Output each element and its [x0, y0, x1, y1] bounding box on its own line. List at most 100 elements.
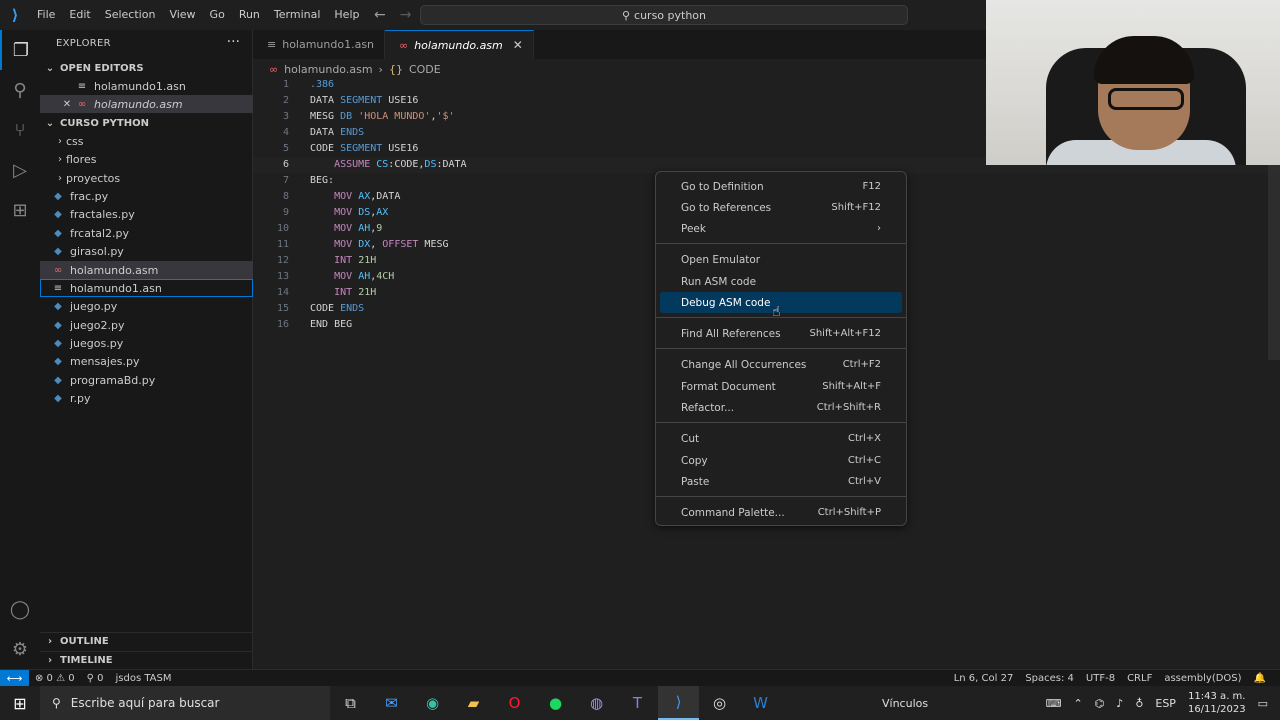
menu-open-emulator[interactable]: Open Emulator — [660, 249, 902, 270]
clock[interactable]: 11:43 a. m. 16/11/2023 — [1188, 690, 1246, 716]
close-icon[interactable]: ✕ — [60, 99, 74, 110]
file-item[interactable]: ◆ r.py — [40, 389, 253, 407]
more-actions-icon[interactable]: ··· — [227, 34, 240, 50]
file-item[interactable]: ◆ juegos.py — [40, 334, 253, 352]
language-icon[interactable]: ESP — [1155, 697, 1176, 710]
taskbar-search[interactable]: ⚲ Escribe aquí para buscar — [40, 686, 330, 720]
indentation[interactable]: Spaces: 4 — [1019, 673, 1080, 684]
open-editors-header[interactable]: ⌄ OPEN EDITORS — [40, 59, 253, 77]
network-icon[interactable]: ⌬ — [1095, 697, 1105, 710]
file-item-focused[interactable]: ≡ holamundo1.asn — [40, 279, 253, 297]
menu-go[interactable]: Go — [203, 0, 232, 30]
obs-icon[interactable]: ◎ — [699, 686, 740, 720]
folder-item[interactable]: › css — [40, 132, 253, 150]
tab-holamundo[interactable]: ∞ holamundo.asm ✕ — [385, 30, 534, 59]
menu-refactor[interactable]: Refactor... Ctrl+Shift+R — [660, 397, 902, 418]
folder-item[interactable]: › proyectos — [40, 169, 253, 187]
run-debug-icon[interactable]: ▷ — [0, 150, 40, 190]
open-editor-item[interactable]: ≡ holamundo1.asn — [40, 77, 253, 95]
chevron-right-icon: › — [378, 62, 383, 76]
search-icon[interactable]: ⚲ — [0, 70, 40, 110]
extensions-icon[interactable]: ⊞ — [0, 190, 40, 230]
folder-item[interactable]: › flores — [40, 150, 253, 168]
notification-center-icon[interactable]: ▭ — [1258, 697, 1268, 710]
folder-header[interactable]: ⌄ CURSO PYTHON — [40, 114, 253, 132]
menu-format-document[interactable]: Format Document Shift+Alt+F — [660, 376, 902, 397]
menu-help[interactable]: Help — [327, 0, 366, 30]
file-item[interactable]: ◆ programaBd.py — [40, 371, 253, 389]
editor-scrollbar[interactable] — [1268, 160, 1280, 360]
chevron-down-icon: ⌄ — [45, 62, 55, 74]
timeline-header[interactable]: › TIMELINE — [40, 651, 253, 669]
menu-edit[interactable]: Edit — [62, 0, 97, 30]
menu-change-all-occurrences[interactable]: Change All Occurrences Ctrl+F2 — [660, 354, 902, 375]
forward-arrow-icon[interactable]: → — [400, 7, 412, 23]
line-ending[interactable]: CRLF — [1121, 673, 1158, 684]
file-item[interactable]: ◆ frac.py — [40, 187, 253, 205]
file-item[interactable]: ◆ frcatal2.py — [40, 224, 253, 242]
file-item-selected[interactable]: ∞ holamundo.asm — [40, 261, 253, 279]
teams-icon[interactable]: T — [617, 686, 658, 720]
open-editor-item-active[interactable]: ✕ ∞ holamundo.asm — [40, 95, 253, 113]
python-file-icon: ◆ — [54, 227, 62, 239]
file-explorer-icon[interactable]: ▰ — [453, 686, 494, 720]
chevron-up-icon[interactable]: ⌃ — [1073, 697, 1082, 710]
file-item[interactable]: ◆ juego.py — [40, 297, 253, 315]
source-control-icon[interactable]: ⑂ — [0, 110, 40, 150]
menu-debug-asm-code[interactable]: Debug ASM code — [660, 292, 902, 313]
menu-peek[interactable]: Peek › — [660, 218, 902, 239]
accounts-icon[interactable]: ◯ — [0, 589, 40, 629]
jsdos-status[interactable]: jsdos TASM — [109, 673, 177, 684]
ports-indicator[interactable]: ⚲ 0 — [81, 673, 110, 684]
asm-file-icon: ∞ — [399, 38, 409, 52]
webcam-person-glasses — [1108, 88, 1184, 110]
keyboard-icon[interactable]: ⌨ — [1046, 697, 1062, 710]
opera-icon[interactable]: O — [494, 686, 535, 720]
menu-go-to-definition[interactable]: Go to Definition F12 — [660, 176, 902, 197]
command-center-search[interactable]: ⚲ curso python — [420, 5, 908, 25]
breadcrumb-file[interactable]: holamundo.asm — [284, 63, 372, 76]
menu-go-to-references[interactable]: Go to References Shift+F12 — [660, 197, 902, 218]
task-view-icon[interactable]: ⧉ — [330, 686, 371, 720]
menu-run[interactable]: Run — [232, 0, 267, 30]
file-item[interactable]: ◆ girasol.py — [40, 242, 253, 260]
outline-header[interactable]: › OUTLINE — [40, 632, 253, 650]
menu-file[interactable]: File — [30, 0, 62, 30]
settings-gear-icon[interactable]: ⚙ — [0, 629, 40, 669]
menu-paste[interactable]: Paste Ctrl+V — [660, 471, 902, 492]
spotify-icon[interactable]: ● — [535, 686, 576, 720]
remote-icon[interactable]: ⟷ — [0, 669, 29, 687]
tab-holamundo1[interactable]: ≡ holamundo1.asn — [253, 30, 386, 59]
file-item[interactable]: ◆ juego2.py — [40, 316, 253, 334]
activity-bar: ❐ ⚲ ⑂ ▷ ⊞ ◯ ⚙ — [0, 30, 40, 670]
menu-terminal[interactable]: Terminal — [267, 0, 328, 30]
close-tab-icon[interactable]: ✕ — [513, 38, 523, 52]
menu-copy[interactable]: Copy Ctrl+C — [660, 450, 902, 471]
menu-cut[interactable]: Cut Ctrl+X — [660, 428, 902, 449]
links-toolbar[interactable]: Vínculos — [882, 686, 928, 720]
file-item[interactable]: ◆ mensajes.py — [40, 352, 253, 370]
edge-icon[interactable]: ◉ — [412, 686, 453, 720]
cursor-position[interactable]: Ln 6, Col 27 — [948, 673, 1020, 684]
vscode-taskbar-icon[interactable]: ⟩ — [658, 686, 699, 720]
mail-icon[interactable]: ✉ — [371, 686, 412, 720]
menu-run-asm-code[interactable]: Run ASM code — [660, 271, 902, 292]
problems-indicator[interactable]: ⊗ 0 ⚠ 0 — [29, 673, 81, 684]
windows-start-icon[interactable]: ⊞ — [0, 686, 40, 720]
encoding[interactable]: UTF-8 — [1080, 673, 1121, 684]
notifications-bell-icon[interactable]: 🔔 — [1248, 673, 1272, 684]
language-mode[interactable]: assembly(DOS) — [1158, 673, 1247, 684]
menu-selection[interactable]: Selection — [98, 0, 163, 30]
microphone-icon[interactable]: ♁ — [1135, 697, 1143, 710]
menu-command-palette[interactable]: Command Palette... Ctrl+Shift+P — [660, 502, 902, 523]
breadcrumb-symbol[interactable]: CODE — [409, 63, 441, 76]
menu-view[interactable]: View — [162, 0, 202, 30]
webcam-person-hair — [1094, 36, 1194, 84]
word-icon[interactable]: W — [740, 686, 781, 720]
explorer-icon[interactable]: ❐ — [0, 30, 40, 70]
menu-find-all-references[interactable]: Find All References Shift+Alt+F12 — [660, 323, 902, 344]
file-item[interactable]: ◆ fractales.py — [40, 205, 253, 223]
chrome-icon[interactable]: ◍ — [576, 686, 617, 720]
volume-icon[interactable]: ♪ — [1116, 697, 1123, 710]
back-arrow-icon[interactable]: ← — [374, 7, 386, 23]
